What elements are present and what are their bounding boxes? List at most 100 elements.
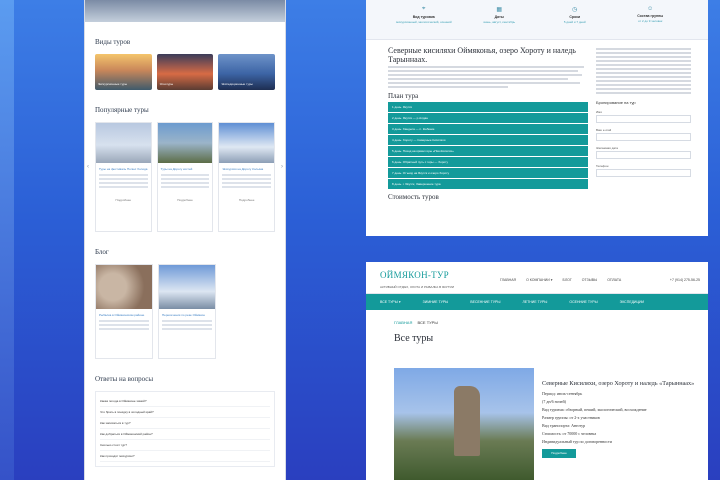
paragraph-line bbox=[388, 86, 508, 89]
paragraph-line bbox=[388, 66, 584, 69]
side-text bbox=[596, 80, 691, 82]
menu-item-autumn[interactable]: ОСЕННИЕ ТУРЫ bbox=[569, 300, 597, 304]
booking-sidebar: Бронирование на тур Имя Ваш e-mail Желае… bbox=[596, 46, 691, 177]
blog-text bbox=[99, 328, 149, 330]
stat-item: ◷ Сроки 5 дней и 7 дней bbox=[540, 6, 610, 39]
tour-link[interactable]: Экскурсия на Дорогу Колыма bbox=[222, 167, 271, 171]
booking-title: Бронирование на тур bbox=[596, 100, 636, 105]
blog-link[interactable]: Пересечения по реке Оймякон bbox=[162, 313, 212, 317]
breadcrumb-home[interactable]: ГЛАВНАЯ bbox=[394, 320, 412, 325]
faq-item[interactable]: Как записаться в тур? bbox=[100, 418, 270, 429]
side-text bbox=[596, 56, 691, 58]
tour-type-card[interactable]: Экспедиционные туры bbox=[218, 54, 276, 90]
blog-text bbox=[162, 324, 212, 326]
stat-value: от 2 до 9 человек bbox=[638, 19, 663, 23]
menu-item-summer[interactable]: ЛЕТНИЕ ТУРЫ bbox=[522, 300, 547, 304]
plan-day-item[interactable]: 1 день. Якутск bbox=[388, 102, 588, 113]
menu-item-expeditions[interactable]: ЭКСПЕДИЦИИ bbox=[620, 300, 644, 304]
tour-type-card[interactable]: Экскурсионные туры bbox=[95, 54, 152, 90]
tour-card-image bbox=[394, 368, 534, 480]
stat-value: июнь, август, сентябрь bbox=[483, 20, 516, 24]
carousel-next-icon[interactable]: › bbox=[281, 164, 283, 170]
name-input[interactable] bbox=[596, 115, 691, 123]
site-header: ОЙМЯКОН-ТУР АКТИВНЫЙ ОТДЫХ, ОХОТА И РЫБА… bbox=[366, 262, 708, 294]
plan-day-item[interactable]: 4 день. Хороту — Северные Кисиляхи bbox=[388, 135, 588, 146]
tour-image bbox=[219, 123, 275, 163]
date-input[interactable] bbox=[596, 151, 691, 159]
tour-image bbox=[157, 123, 213, 163]
menu-item-all-tours[interactable]: ВСЕ ТУРЫ ▾ bbox=[380, 300, 401, 304]
nav-item-blog[interactable]: БЛОГ bbox=[563, 278, 572, 282]
plan-title: План тура bbox=[388, 92, 419, 101]
faq-item[interactable]: Что брать в поездку в холодный край? bbox=[100, 407, 270, 418]
nav-item-home[interactable]: ГЛАВНАЯ bbox=[500, 278, 516, 282]
field-label: Желаемая дата bbox=[596, 146, 618, 150]
field-label: Ваш e-mail bbox=[596, 128, 612, 132]
section-title-blog: Блог bbox=[95, 248, 109, 256]
stat-item: ▦ Даты июнь, август, сентябрь bbox=[464, 6, 534, 39]
stat-item: ⌖ Вид туризма экскурсионный, экологическ… bbox=[389, 6, 459, 39]
paragraph-line bbox=[388, 74, 582, 77]
tour-card-line: Индивидуальный тур по договоренности bbox=[542, 439, 612, 445]
faq-item[interactable]: Как добраться в Оймяконский район? bbox=[100, 429, 270, 440]
field-label: Телефон bbox=[596, 164, 609, 168]
details-button[interactable]: Подробнее bbox=[158, 198, 213, 202]
faq-item[interactable]: Как проходят экскурсии? bbox=[100, 451, 270, 462]
plan-day-item[interactable]: 7 день. Отъезд на Якутск и озеро Хороту bbox=[388, 168, 588, 179]
tour-stats-bar: ⌖ Вид туризма экскурсионный, экологическ… bbox=[366, 0, 708, 40]
tour-text bbox=[160, 182, 210, 184]
tour-text bbox=[160, 174, 210, 176]
breadcrumb-current: ВСЕ ТУРЫ bbox=[417, 320, 438, 325]
side-text bbox=[596, 88, 691, 90]
stat-value: 5 дней и 7 дней bbox=[563, 20, 586, 24]
plan-day-item[interactable]: 2 день. Якутск — р.Алдан bbox=[388, 113, 588, 124]
tour-description: Северные кисиляхи Оймяконья, озеро Хорот… bbox=[388, 46, 588, 203]
nav-item-reviews[interactable]: ОТЗЫВЫ bbox=[582, 278, 597, 282]
blog-card[interactable]: Рыбалка в Оймяконском районе bbox=[95, 264, 153, 359]
plan-day-item[interactable]: 6 день. Обратный путь с горы — Хороту bbox=[388, 157, 588, 168]
menu-item-spring[interactable]: ВЕСЕННИЕ ТУРЫ bbox=[470, 300, 500, 304]
tour-card-line: Вид транспорта: Автотур bbox=[542, 423, 586, 429]
site-logo[interactable]: ОЙМЯКОН-ТУР bbox=[380, 270, 449, 280]
tour-type-card[interactable]: Этнотуры bbox=[156, 54, 214, 90]
tour-card-line: Период: июль-сентябрь bbox=[542, 391, 583, 397]
popular-tour-card[interactable]: Туры на Дорогу костей Подробнее bbox=[156, 122, 214, 232]
side-text bbox=[596, 64, 691, 66]
blog-text bbox=[162, 328, 212, 330]
phone-number[interactable]: +7 (914) 275-56-25 bbox=[670, 278, 700, 282]
carousel-prev-icon[interactable]: ‹ bbox=[87, 164, 89, 170]
calendar-icon: ▦ bbox=[496, 7, 503, 13]
menu-item-winter[interactable]: ЗИМНИЕ ТУРЫ bbox=[423, 300, 449, 304]
faq-item[interactable]: Сколько стоит тур? bbox=[100, 440, 270, 451]
details-button[interactable]: Подробнее bbox=[96, 198, 151, 202]
details-button[interactable]: Подробнее bbox=[219, 198, 274, 202]
tour-title: Северные кисиляхи Оймяконья, озеро Хорот… bbox=[388, 46, 576, 65]
popular-tour-card[interactable]: Экскурсия на Дорогу Колыма Подробнее bbox=[218, 122, 276, 232]
email-input[interactable] bbox=[596, 133, 691, 141]
tour-text bbox=[160, 186, 210, 188]
details-button[interactable]: Подробнее bbox=[542, 449, 576, 459]
popular-tours-row: ‹ Туры на фестиваль Полюс Холода Подробн… bbox=[85, 122, 285, 232]
plan-day-item[interactable]: 8 день. г. Якутск, Завершение тура bbox=[388, 179, 588, 190]
blog-text bbox=[99, 324, 149, 326]
tour-text bbox=[222, 178, 272, 180]
plan-day-item[interactable]: 5 день. Поход на кряжи горы «Пик-Кисилях… bbox=[388, 146, 588, 157]
blog-link[interactable]: Рыбалка в Оймяконском районе bbox=[99, 313, 149, 317]
tour-text bbox=[222, 174, 272, 176]
blog-card[interactable]: Пересечения по реке Оймякон bbox=[158, 264, 216, 359]
nav-item-payment[interactable]: ОПЛАТА bbox=[607, 278, 621, 282]
tour-card-line: Размер группы: от 2-х участников bbox=[542, 415, 600, 421]
blog-image bbox=[96, 265, 152, 309]
nav-item-about[interactable]: О КОМПАНИИ ▾ bbox=[526, 278, 552, 282]
faq-item[interactable]: Какая погода в Оймяконе зимой? bbox=[100, 396, 270, 407]
phone-input[interactable] bbox=[596, 169, 691, 177]
tour-text bbox=[222, 182, 272, 184]
tour-card[interactable]: Северные Кисиляхи, озеро Хороту и наледь… bbox=[394, 368, 706, 480]
popular-tour-card[interactable]: Туры на фестиваль Полюс Холода Подробнее bbox=[95, 122, 152, 232]
plan-day-item[interactable]: 3 день. Хандыга — п. Кюбюме bbox=[388, 124, 588, 135]
tour-link[interactable]: Туры на фестиваль Полюс Холода bbox=[99, 167, 148, 171]
side-text bbox=[596, 60, 691, 62]
side-text bbox=[596, 48, 691, 50]
tour-link[interactable]: Туры на Дорогу костей bbox=[161, 167, 210, 171]
tour-card-title[interactable]: Северные Кисиляхи, озеро Хороту и наледь… bbox=[542, 380, 707, 388]
